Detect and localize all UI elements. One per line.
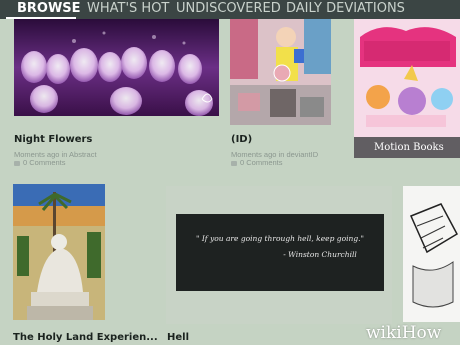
tab-daily-deviations[interactable]: DAILY DEVIATIONS (286, 0, 405, 19)
sketch-thumbnail[interactable] (403, 186, 460, 322)
card-title[interactable]: Night Flowers (14, 134, 92, 145)
comments-count: 0 Comments (23, 158, 66, 167)
comment-icon (231, 160, 237, 166)
card-comments-link[interactable]: 0 Comments (231, 158, 283, 167)
quote-author: - Winston Churchill (283, 250, 357, 259)
motion-books-caption[interactable]: Motion Books (354, 137, 460, 158)
tab-whats-hot[interactable]: WHAT'S HOT (87, 0, 169, 19)
pieta-statue-image (13, 184, 105, 320)
card-title[interactable]: (ID) (231, 134, 252, 145)
tab-undiscovered[interactable]: UNDISCOVERED (176, 0, 281, 19)
holy-land-thumbnail[interactable] (13, 184, 105, 320)
card-comments-link[interactable]: 0 Comments (14, 158, 66, 167)
sketch-image (403, 186, 460, 322)
id-card-image (230, 19, 331, 125)
card-title[interactable]: The Holy Land Experien... (13, 332, 158, 343)
quote-card: " If you are going through hell, keep go… (176, 214, 384, 291)
id-card-thumbnail[interactable] (230, 19, 331, 125)
night-flowers-image (14, 19, 219, 116)
comments-count: 0 Comments (240, 158, 283, 167)
top-nav-bar: BROWSE WHAT'S HOT UNDISCOVERED DAILY DEV… (0, 0, 460, 19)
hell-thumbnail[interactable]: " If you are going through hell, keep go… (166, 186, 392, 324)
card-title[interactable]: Hell (167, 332, 189, 343)
comment-icon (14, 160, 20, 166)
quote-line: " If you are going through hell, keep go… (196, 234, 364, 243)
night-flowers-thumbnail[interactable] (14, 19, 219, 116)
wikihow-watermark: wikiHow (366, 323, 442, 343)
